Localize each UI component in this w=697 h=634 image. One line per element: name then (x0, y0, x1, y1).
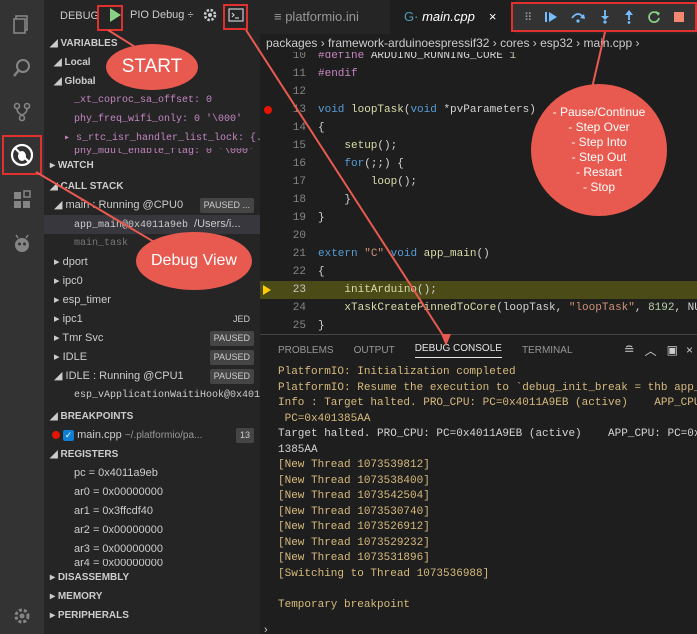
callout-line: - Step Over (568, 120, 630, 134)
callout-line: - Restart (575, 165, 622, 179)
vscode-window: DEBUG PIO Debug ÷ ◢ VARIABLES ◢ Local ◢ … (0, 0, 697, 634)
controls-arrow (591, 31, 606, 89)
console-arrow (245, 29, 447, 341)
callout-line: - Stop (582, 180, 615, 194)
controls-callout: - Pause/Continue - Step Over - Step Into… (531, 84, 667, 216)
callout-line: - Pause/Continue (552, 105, 646, 119)
callout-line: - Step Into (571, 135, 627, 149)
start-callout: START (106, 44, 198, 90)
callout-line: - Step Out (571, 150, 627, 164)
console-arrowhead (441, 334, 451, 346)
debug-view-callout: Debug View (136, 232, 252, 290)
